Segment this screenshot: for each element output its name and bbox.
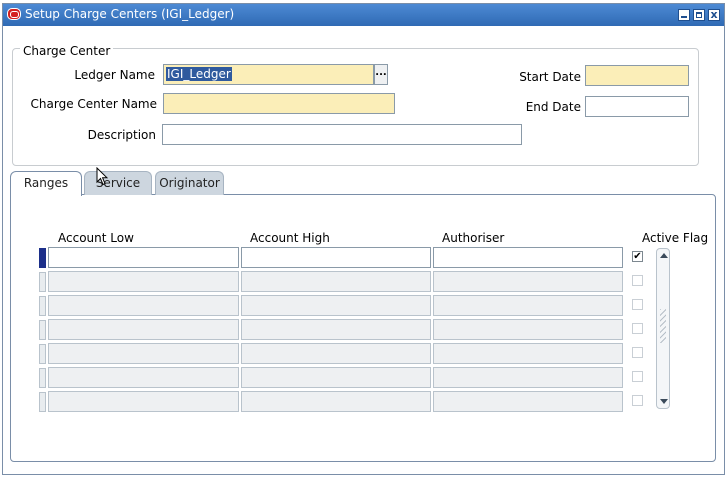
ledger-name-field[interactable]: IGI_Ledger — [163, 64, 374, 85]
authoriser-cell[interactable] — [433, 271, 623, 292]
table-vertical-scrollbar[interactable] — [656, 248, 670, 409]
authoriser-cell[interactable] — [433, 391, 623, 412]
ledger-name-lov-button[interactable]: ... — [374, 64, 388, 85]
account-high-cell[interactable] — [241, 295, 431, 316]
active-flag-checkbox[interactable] — [632, 275, 643, 286]
tab-ranges[interactable]: Ranges — [10, 171, 82, 196]
record-indicator[interactable] — [39, 248, 46, 268]
scroll-down-icon[interactable] — [660, 399, 668, 404]
charge-center-name-label: Charge Center Name — [30, 97, 157, 111]
account-low-cell[interactable] — [48, 367, 239, 388]
end-date-label: End Date — [525, 100, 581, 114]
active-flag-checkbox[interactable] — [632, 395, 643, 406]
column-header-authoriser: Authoriser — [442, 231, 505, 245]
tab-originator[interactable]: Originator — [155, 171, 224, 195]
authoriser-cell[interactable] — [433, 295, 623, 316]
account-low-cell[interactable] — [48, 295, 239, 316]
account-high-cell[interactable] — [241, 319, 431, 340]
column-header-active-flag: Active Flag — [642, 231, 709, 245]
scroll-grip-icon[interactable] — [660, 309, 666, 343]
maximize-icon[interactable] — [693, 9, 705, 21]
title-bar[interactable]: Setup Charge Centers (IGI_Ledger) x — [3, 4, 724, 26]
active-flag-checkbox[interactable] — [632, 347, 643, 358]
authoriser-cell[interactable] — [433, 319, 623, 340]
column-header-account-low: Account Low — [58, 231, 134, 245]
account-low-cell[interactable] — [48, 391, 239, 412]
window-title: Setup Charge Centers (IGI_Ledger) — [25, 7, 235, 21]
close-icon[interactable]: x — [708, 9, 720, 21]
record-indicator[interactable] — [39, 344, 46, 364]
account-high-cell[interactable] — [241, 343, 431, 364]
scroll-up-icon[interactable] — [660, 253, 668, 258]
tab-service[interactable]: Service — [84, 171, 152, 195]
account-low-cell[interactable] — [48, 271, 239, 292]
account-high-cell[interactable] — [241, 391, 431, 412]
account-low-cell[interactable] — [48, 343, 239, 364]
active-flag-checkbox[interactable] — [632, 371, 643, 382]
active-flag-checkbox[interactable] — [632, 323, 643, 334]
description-field[interactable] — [162, 124, 522, 145]
charge-center-name-field[interactable] — [163, 93, 395, 114]
active-flag-checkbox[interactable] — [632, 299, 643, 310]
authoriser-cell[interactable] — [433, 247, 623, 268]
record-indicator[interactable] — [39, 320, 46, 340]
authoriser-cell[interactable] — [433, 343, 623, 364]
start-date-label: Start Date — [519, 70, 581, 84]
account-low-cell[interactable] — [48, 247, 239, 268]
record-indicator[interactable] — [39, 272, 46, 292]
description-label: Description — [87, 128, 156, 142]
record-indicator[interactable] — [39, 392, 46, 412]
end-date-field[interactable] — [585, 96, 689, 117]
ledger-name-value: IGI_Ledger — [166, 67, 232, 81]
account-high-cell[interactable] — [241, 271, 431, 292]
account-high-cell[interactable] — [241, 247, 431, 268]
minimize-icon[interactable] — [678, 9, 690, 21]
account-high-cell[interactable] — [241, 367, 431, 388]
account-low-cell[interactable] — [48, 319, 239, 340]
column-header-account-high: Account High — [250, 231, 330, 245]
active-flag-checkbox[interactable]: ✔ — [632, 251, 643, 262]
oracle-app-icon — [7, 8, 21, 20]
ledger-name-label: Ledger Name — [74, 68, 155, 82]
record-indicator[interactable] — [39, 296, 46, 316]
mouse-pointer-icon — [96, 167, 108, 186]
record-indicator[interactable] — [39, 368, 46, 388]
charge-center-legend: Charge Center — [20, 44, 114, 58]
start-date-field[interactable] — [585, 65, 689, 86]
authoriser-cell[interactable] — [433, 367, 623, 388]
